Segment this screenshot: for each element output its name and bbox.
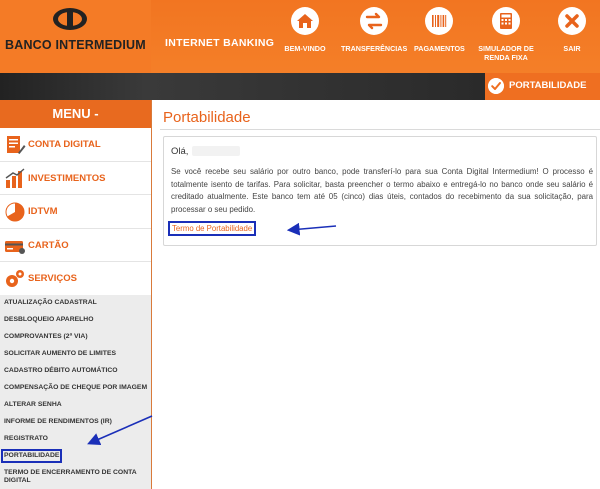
services-submenu: ATUALIZAÇÃO CADASTRAL DESBLOQUEIO APAREL… bbox=[0, 295, 151, 489]
submenu-item-termo-encerramento[interactable]: TERMO DE ENCERRAMENTO DE CONTA DIGITAL bbox=[4, 469, 144, 485]
sidebar: MENU - CONTA DIGITAL INVESTIMENTOS IDTVM… bbox=[0, 100, 152, 489]
top-header: BANCO INTERMEDIUM INTERNET BANKING BEM-V… bbox=[0, 0, 600, 73]
nav-sair[interactable]: SAIR bbox=[555, 6, 589, 53]
sidebar-item-idtvm[interactable]: IDTVM bbox=[0, 195, 151, 229]
nav-transferencias[interactable]: TRANSFERÊNCIAS bbox=[341, 6, 407, 53]
close-icon bbox=[558, 7, 586, 35]
transfer-arrows-icon bbox=[360, 7, 388, 35]
page: BANCO INTERMEDIUM INTERNET BANKING BEM-V… bbox=[0, 0, 600, 489]
sidebar-item-label: CONTA DIGITAL bbox=[28, 139, 101, 150]
brand-logo[interactable]: BANCO INTERMEDIUM bbox=[0, 0, 151, 73]
submenu-item-aumento-limites[interactable]: SOLICITAR AUMENTO DE LIMITES bbox=[4, 350, 116, 358]
submenu-item-debito-automatico[interactable]: CADASTRO DÉBITO AUTOMÁTICO bbox=[4, 367, 118, 375]
nav-bem-vindo-label: BEM-VINDO bbox=[284, 44, 326, 53]
pie-chart-icon bbox=[5, 202, 25, 222]
nav-simulador[interactable]: SIMULADOR DE RENDA FIXA bbox=[476, 6, 536, 62]
sidebar-item-servicos[interactable]: SERVIÇOS bbox=[0, 262, 151, 296]
nav-transferencias-label: TRANSFERÊNCIAS bbox=[341, 44, 408, 53]
submenu-item-atualizacao-cadastral[interactable]: ATUALIZAÇÃO CADASTRAL bbox=[4, 299, 97, 307]
breadcrumb: PORTABILIDADE bbox=[485, 73, 600, 100]
menu-toggle[interactable]: MENU - bbox=[0, 100, 151, 128]
status-bar: PORTABILIDADE bbox=[0, 73, 600, 100]
blurred-user-name bbox=[192, 146, 240, 156]
submenu-item-informe-rendimentos[interactable]: INFORME DE RENDIMENTOS (IR) bbox=[4, 418, 112, 426]
document-icon bbox=[7, 136, 26, 154]
submenu-item-alterar-senha[interactable]: ALTERAR SENHA bbox=[4, 401, 62, 409]
submenu-item-registrato[interactable]: REGISTRATO bbox=[4, 435, 48, 443]
breadcrumb-label: PORTABILIDADE bbox=[509, 80, 587, 91]
sidebar-item-investimentos[interactable]: INVESTIMENTOS bbox=[0, 162, 151, 195]
logo-emblem-icon bbox=[53, 8, 87, 30]
nav-pagamentos[interactable]: PAGAMENTOS bbox=[414, 6, 465, 53]
greeting: Olá, bbox=[171, 146, 189, 157]
portability-card: Olá, Se você recebe seu salário por outr… bbox=[163, 136, 597, 246]
submenu-item-portabilidade[interactable]: PORTABILIDADE bbox=[0, 449, 63, 463]
submenu-item-desbloqueio-aparelho[interactable]: DESBLOQUEIO APARELHO bbox=[4, 316, 94, 324]
barcode-icon bbox=[425, 7, 453, 35]
nav-sair-label: SAIR bbox=[563, 44, 581, 53]
sidebar-item-label: INVESTIMENTOS bbox=[28, 172, 106, 184]
title-divider bbox=[160, 129, 600, 130]
nav-simulador-label: SIMULADOR DE RENDA FIXA bbox=[478, 44, 534, 62]
gears-icon bbox=[6, 270, 24, 287]
sidebar-item-conta-digital[interactable]: CONTA DIGITAL bbox=[0, 128, 151, 162]
submenu-item-cheque-imagem[interactable]: COMPENSAÇÃO DE CHEQUE POR IMAGEM bbox=[4, 384, 147, 392]
internet-banking-label: INTERNET BANKING bbox=[165, 37, 275, 49]
termo-portabilidade-link[interactable]: Termo de Portabilidade bbox=[168, 221, 257, 236]
bar-chart-icon bbox=[5, 167, 25, 188]
check-circle-icon bbox=[488, 78, 504, 94]
submenu-item-comprovantes[interactable]: COMPROVANTES (2ª VIA) bbox=[4, 333, 88, 341]
brand-name: BANCO INTERMEDIUM bbox=[5, 38, 146, 52]
page-title: Portabilidade bbox=[163, 109, 251, 126]
sidebar-item-label: IDTVM bbox=[28, 206, 58, 217]
nav-bem-vindo[interactable]: BEM-VINDO bbox=[283, 6, 327, 53]
description-text: Se você recebe seu salário por outro ban… bbox=[171, 167, 593, 214]
sidebar-item-label: SERVIÇOS bbox=[28, 273, 77, 284]
nav-pagamentos-label: PAGAMENTOS bbox=[414, 44, 465, 53]
user-info-area bbox=[0, 73, 485, 100]
home-icon bbox=[291, 7, 319, 35]
sidebar-item-label: CARTÃO bbox=[28, 239, 69, 251]
credit-card-icon bbox=[5, 240, 25, 254]
sidebar-item-cartao[interactable]: CARTÃO bbox=[0, 229, 151, 262]
calculator-icon bbox=[492, 7, 520, 35]
